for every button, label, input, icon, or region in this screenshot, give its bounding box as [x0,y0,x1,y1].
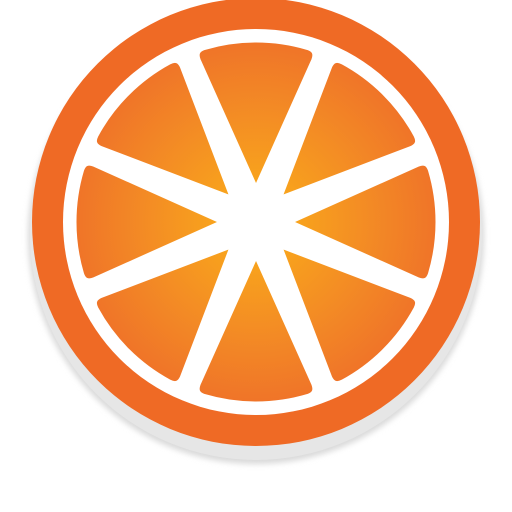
orange-segments [67,33,445,411]
orange-center-hub [238,204,274,240]
orange-slice-icon [28,0,484,464]
app-icon-canvas [0,0,512,512]
